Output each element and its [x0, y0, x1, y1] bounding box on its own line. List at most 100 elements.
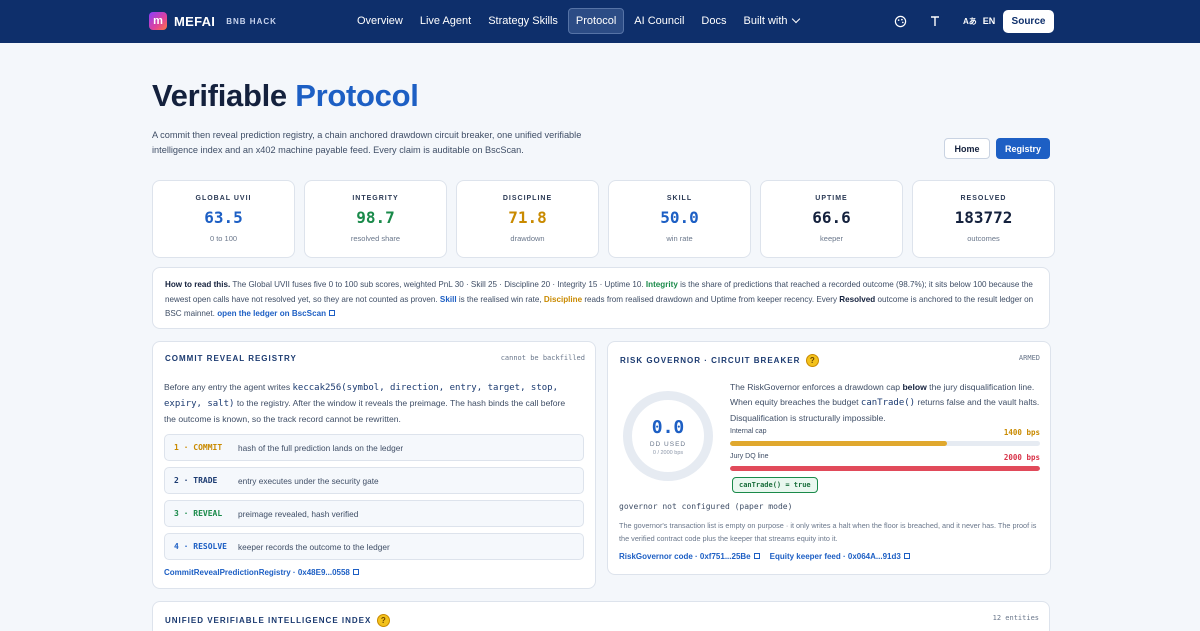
gauge-value: 0.0	[651, 416, 685, 438]
nav-docs[interactable]: Docs	[694, 8, 733, 34]
risk-panel-title-text: RISK GOVERNOR · CIRCUIT BREAKER	[620, 356, 801, 365]
bar-value: 1400 bps	[1003, 428, 1040, 437]
step-tag: 2 · TRADE	[174, 476, 218, 485]
howto-text: The Global UVII fuses five 0 to 100 sub …	[230, 280, 646, 289]
bar-track	[730, 441, 1040, 446]
ledger-link[interactable]: open the ledger on BscScan	[217, 309, 336, 318]
stat-sub: win rate	[666, 234, 693, 243]
gauge-sub: 0 / 2000 bps	[652, 449, 684, 456]
risk-governor-panel: RISK GOVERNOR · CIRCUIT BREAKER ? ARMED …	[607, 341, 1051, 575]
page-title: Verifiable Protocol	[152, 78, 419, 114]
jury-dq-bar: Jury DQ line 2000 bps	[730, 453, 1040, 471]
nav-built-with-label: Built with	[743, 15, 788, 27]
palette-icon[interactable]	[890, 11, 910, 31]
stat-cards: GLOBAL UVII 63.5 0 to 100 INTEGRITY 98.7…	[152, 180, 1055, 258]
nav-ai-council[interactable]: AI Council	[627, 8, 691, 34]
stat-label: UPTIME	[815, 195, 848, 202]
gauge-label: DD USED	[649, 440, 687, 448]
stat-value: 63.5	[204, 208, 243, 227]
risk-governor-code-link[interactable]: RiskGovernor code · 0xf751...25Be	[619, 552, 760, 561]
equity-keeper-feed-link[interactable]: Equity keeper feed · 0x064A...91d3	[770, 552, 910, 561]
stat-label: SKILL	[666, 195, 693, 202]
stat-card-uptime: UPTIME 66.6 keeper	[760, 180, 903, 258]
bar-label: Jury DQ line	[730, 453, 769, 460]
step-resolve: 4 · RESOLVE keeper records the outcome t…	[164, 533, 584, 560]
language-switcher[interactable]: Aあ EN	[963, 16, 995, 27]
external-link-icon	[903, 553, 910, 559]
governor-status: governor not configured (paper mode)	[619, 502, 793, 511]
external-link-icon	[352, 569, 359, 575]
stat-label: RESOLVED	[960, 195, 1007, 202]
link-label: Equity keeper feed · 0x064A...91d3	[769, 552, 901, 561]
stat-sub: outcomes	[967, 234, 1000, 243]
risk-desc-text: The RiskGovernor enforces a drawdown cap	[730, 382, 903, 392]
howto-text: reads from realised drawdown and Uptime …	[582, 294, 840, 304]
text-size-icon[interactable]	[925, 11, 945, 31]
nav-tools: Aあ EN	[890, 11, 995, 31]
drawdown-gauge: 0.0 DD USED 0 / 2000 bps	[623, 391, 713, 481]
stat-value: 50.0	[660, 208, 699, 227]
stat-label: INTEGRITY	[352, 195, 399, 202]
top-navbar: m MEFAI BNB HACK Overview Live Agent Str…	[0, 0, 1200, 43]
cantrade-badge: canTrade() = true	[732, 477, 818, 493]
howto-discipline: Discipline	[543, 294, 583, 304]
step-text: hash of the full prediction lands on the…	[238, 442, 404, 453]
stat-card-discipline: DISCIPLINE 71.8 drawdown	[456, 180, 599, 258]
link-label: RiskGovernor code · 0xf751...25Be	[619, 552, 751, 561]
stat-card-resolved: RESOLVED 183772 outcomes	[912, 180, 1055, 258]
internal-cap-bar: Internal cap 1400 bps	[730, 428, 1040, 446]
step-reveal: 3 · REVEAL preimage revealed, hash verif…	[164, 500, 584, 527]
registry-contract-link[interactable]: CommitRevealPredictionRegistry · 0x48E9.…	[164, 568, 359, 577]
brand-subtitle: BNB HACK	[226, 16, 277, 26]
index-panel-title-text: UNIFIED VERIFIABLE INTELLIGENCE INDEX	[165, 616, 372, 625]
howto-resolved: Resolved	[839, 294, 876, 304]
stat-card-skill: SKILL 50.0 win rate	[608, 180, 751, 258]
nav-overview[interactable]: Overview	[350, 8, 410, 34]
risk-description: The RiskGovernor enforces a drawdown cap…	[730, 380, 1040, 426]
commit-steps: 1 · COMMIT hash of the full prediction l…	[164, 434, 584, 560]
bar-track	[730, 466, 1040, 471]
stat-value: 183772	[954, 208, 1013, 227]
howto-integrity: Integrity	[645, 280, 678, 289]
help-icon[interactable]: ?	[806, 354, 820, 367]
stat-value: 98.7	[356, 208, 395, 227]
external-link-icon	[753, 553, 760, 559]
bar-fill	[730, 466, 1040, 471]
index-panel-title: UNIFIED VERIFIABLE INTELLIGENCE INDEX ?	[165, 614, 391, 627]
mefai-logo-icon: m	[149, 12, 167, 30]
stat-sub: 0 to 100	[209, 234, 238, 243]
registry-contract-label: CommitRevealPredictionRegistry · 0x48E9.…	[164, 568, 350, 577]
nav-protocol[interactable]: Protocol	[567, 8, 625, 34]
registry-button[interactable]: Registry	[996, 138, 1050, 159]
stat-sub: keeper	[820, 234, 843, 243]
how-to-read-panel: How to read this. The Global UVII fuses …	[152, 267, 1050, 329]
entity-count: 12 entities	[992, 614, 1039, 622]
help-icon[interactable]: ?	[377, 614, 391, 627]
step-commit: 1 · COMMIT hash of the full prediction l…	[164, 434, 584, 461]
unified-index-panel: UNIFIED VERIFIABLE INTELLIGENCE INDEX ? …	[152, 601, 1050, 631]
page-title-main: Verifiable	[152, 78, 287, 113]
home-button[interactable]: Home	[944, 138, 990, 159]
commit-panel-badge: cannot be backfilled	[500, 354, 585, 362]
step-text: entry executes under the security gate	[238, 475, 379, 486]
source-button[interactable]: Source	[1003, 10, 1054, 33]
risk-status-badge: ARMED	[1018, 354, 1040, 362]
stat-label: DISCIPLINE	[502, 195, 553, 202]
nav-built-with[interactable]: Built with	[736, 8, 805, 34]
translate-icon: Aあ	[963, 16, 977, 26]
commit-panel-title: COMMIT REVEAL REGISTRY	[165, 354, 297, 363]
nav-links: Overview Live Agent Strategy Skills Prot…	[350, 8, 806, 34]
commit-reveal-panel: COMMIT REVEAL REGISTRY cannot be backfil…	[152, 341, 596, 589]
language-code: EN	[982, 16, 996, 26]
stat-label: GLOBAL UVII	[195, 195, 252, 202]
stat-value: 71.8	[508, 208, 547, 227]
nav-strategy-skills[interactable]: Strategy Skills	[481, 8, 565, 34]
nav-live-agent[interactable]: Live Agent	[413, 8, 478, 34]
brand-name: MEFAI	[174, 13, 216, 29]
cantrade-code: canTrade()	[860, 398, 916, 408]
brand-logo[interactable]: m MEFAI BNB HACK	[149, 12, 277, 30]
governor-note: The governor's transaction list is empty…	[619, 521, 1037, 543]
step-tag: 1 · COMMIT	[174, 443, 223, 452]
commit-description: Before any entry the agent writes keccak…	[164, 380, 574, 427]
howto-skill: Skill	[439, 294, 457, 304]
